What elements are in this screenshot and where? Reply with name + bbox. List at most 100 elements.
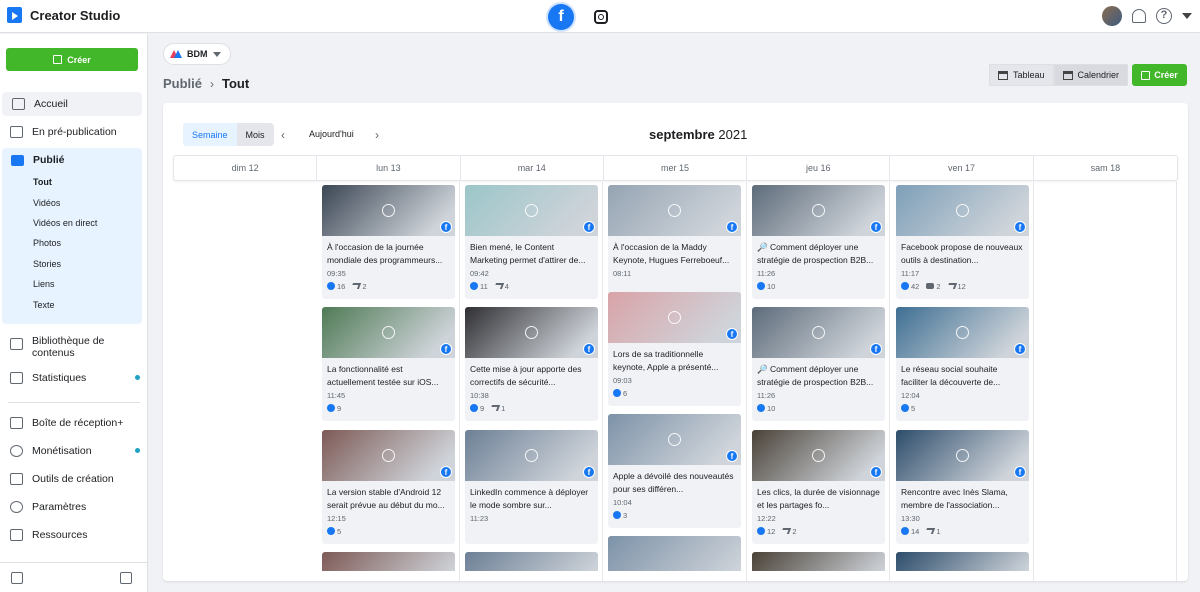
post-text: LinkedIn commence à déployer le mode som… [470,487,589,510]
like-icon [757,404,765,412]
sidebar-item-outils[interactable]: Outils de création [0,467,148,491]
post-card[interactable]: f LinkedIn commence à déployer le mode so… [465,430,598,544]
post-card[interactable]: f La version stable d'Android 12 serait p… [322,430,455,544]
mode-month-button[interactable]: Mois [237,123,274,146]
help-icon[interactable]: ? [1156,8,1172,24]
like-icon [470,282,478,290]
post-card[interactable]: f Lors de sa traditionnelle keynote, Appl… [608,292,741,406]
create-button[interactable]: Créer [1132,64,1187,86]
facebook-badge-icon: f [583,221,595,233]
post-card[interactable]: f Cette mise à jour apporte des correctif… [465,307,598,421]
sidebar-footer [0,562,148,592]
post-time: 08:11 [613,269,632,278]
dollar-icon [10,445,23,457]
sidebar-item-monetisation[interactable]: Monétisation [0,439,148,463]
instagram-glyph-icon [594,10,608,24]
post-card[interactable]: f Bien mené, le Content Marketing permet … [465,185,598,299]
create-label: Créer [67,54,91,65]
post-card-partial[interactable] [896,552,1029,571]
shares-count: 12 [946,282,966,291]
post-card-partial[interactable] [322,552,455,571]
sidebar-item-bibliotheque[interactable]: Bibliothèque de contenus [0,330,148,364]
post-card[interactable]: f Apple a dévoilé des nouveautés pour ses… [608,414,741,528]
comments-value: 2 [936,282,941,291]
post-card-partial[interactable] [608,536,741,571]
day-header: dim 12 [174,156,318,180]
calendar-view-button[interactable]: Calendrier [1053,64,1129,86]
post-card-partial[interactable] [465,552,598,571]
chevron-down-icon[interactable] [1182,13,1192,19]
likes-value: 5 [911,404,916,413]
post-card[interactable]: f Rencontre avec Inès Slama, membre de l'… [896,430,1029,544]
shares-count: 4 [493,282,509,291]
keyboard-icon[interactable] [120,572,132,584]
collapse-sidebar-icon[interactable] [11,572,23,584]
likes-value: 10 [767,282,776,291]
comments-count: 2 [926,282,941,291]
link-icon [668,311,681,324]
sidebar-item-prepublication[interactable]: En pré-publication [0,120,148,144]
post-card[interactable]: f À l'occasion de la journée mondiale des… [322,185,455,299]
post-card[interactable]: f 🔎 Comment déployer une stratégie de pro… [752,307,885,421]
reactions-count: 5 [327,527,341,536]
post-text: Le réseau social souhaite faciliter la d… [901,364,1001,387]
sidebar-sub-texte[interactable]: Texte [2,294,142,314]
bdm-logo-icon [170,50,182,58]
sidebar-item-ressources[interactable]: Ressources [0,523,148,547]
sidebar-item-publie[interactable]: Publié [2,148,142,172]
notification-dot [135,375,140,380]
brand[interactable]: Creator Studio [7,7,120,23]
likes-value: 11 [480,282,488,291]
facebook-icon[interactable]: f [548,4,574,30]
facebook-badge-icon: f [1014,343,1026,355]
today-button[interactable]: Aujourd'hui [309,129,354,139]
sidebar-sub-photos[interactable]: Photos [2,233,142,253]
post-stats: 10 [752,278,885,291]
instagram-icon[interactable] [588,4,614,30]
post-text: Facebook propose de nouveaux outils à de… [901,242,1023,265]
like-icon [901,282,909,290]
sidebar-item-label: Publié [33,154,65,166]
post-card[interactable]: f Les clics, la durée de visionnage et le… [752,430,885,544]
post-time: 11:17 [901,269,920,278]
post-card[interactable]: f La fonctionnalité est actuellement test… [322,307,455,421]
page-title: Tout [222,76,250,91]
bell-icon[interactable] [1132,9,1146,23]
shares-count: 2 [351,282,367,291]
post-card[interactable]: f Le réseau social souhaite faciliter la … [896,307,1029,421]
sidebar-item-accueil[interactable]: Accueil [2,92,142,116]
post-stats: 91 [465,400,598,413]
sidebar-sub-videos[interactable]: Vidéos [2,192,142,212]
post-card[interactable]: f Facebook propose de nouveaux outils à d… [896,185,1029,299]
calendar-view-label: Calendrier [1077,70,1120,80]
sidebar-sub-videos-direct[interactable]: Vidéos en direct [2,213,142,233]
avatar[interactable] [1102,6,1122,26]
app-title: Creator Studio [30,7,121,23]
link-icon [525,326,538,339]
sidebar-sub-liens[interactable]: Liens [2,274,142,294]
sidebar-item-statistiques[interactable]: Statistiques [0,366,148,390]
link-icon [668,433,681,446]
breadcrumb-parent[interactable]: Publié [163,76,202,91]
resources-icon [10,529,23,541]
likes-value: 42 [911,282,920,291]
sidebar-sub-stories[interactable]: Stories [2,254,142,274]
sidebar-item-inbox[interactable]: Boîte de réception+ [0,411,148,435]
post-card-partial[interactable] [752,552,885,571]
share-icon [781,528,792,534]
mode-week-button[interactable]: Semaine [183,123,237,146]
like-icon [757,282,765,290]
table-icon [998,70,1008,80]
next-week-button[interactable]: › [375,128,379,142]
link-icon [382,204,395,217]
table-view-button[interactable]: Tableau [989,64,1054,86]
page-selector[interactable]: BDM [163,43,231,65]
post-card[interactable]: f 🔎 Comment déployer une stratégie de pro… [752,185,885,299]
comment-icon [926,283,935,289]
post-card[interactable]: f À l'occasion de la Maddy Keynote, Hugue… [608,185,741,299]
sidebar-sub-tout[interactable]: Tout [2,172,142,192]
sidebar-item-parametres[interactable]: Paramètres [0,495,148,519]
sidebar-item-label: Outils de création [32,473,114,485]
sidebar-create-button[interactable]: Créer [6,48,138,71]
prev-week-button[interactable]: ‹ [281,128,285,142]
